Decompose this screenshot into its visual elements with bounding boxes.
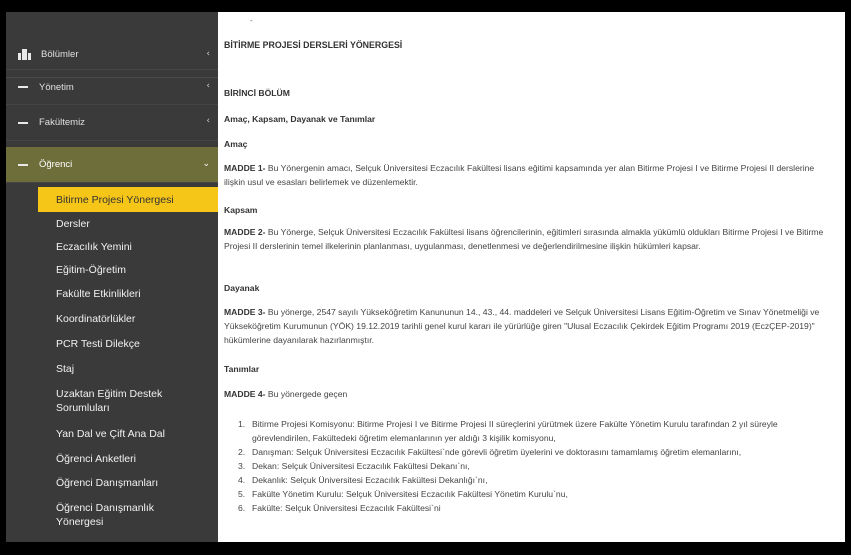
madde-text: Bu yönergede geçen: [265, 389, 348, 399]
sidebar-item-yonetim[interactable]: Yönetim ‹: [6, 70, 218, 105]
madde-label: MADDE 1-: [224, 163, 266, 173]
sidebar-sub-fakulte-etkinlikleri[interactable]: Fakülte Etkinlikleri: [6, 282, 218, 306]
sidebar-sub-danismanlik-yonergesi[interactable]: Öğrenci Danışmanlık Yönergesi: [6, 495, 176, 535]
chevron-left-icon: ‹: [206, 49, 210, 59]
browser-viewport: Bölümler ‹ Yönetim ‹ Fakültemiz ‹ Öğrenc…: [6, 12, 845, 542]
sidebar-sub-ogrenci-anketleri[interactable]: Öğrenci Anketleri: [6, 447, 218, 471]
sidebar-group-ogrenci[interactable]: Öğrenci ⌄: [6, 147, 218, 183]
sidebar-sub-pcr-testi[interactable]: PCR Testi Dilekçe: [6, 331, 218, 356]
list-number: 1.: [238, 419, 246, 429]
list-text: Fakülte: Selçuk Üniversitesi Eczacılık F…: [252, 503, 441, 513]
sidebar-item-label: Yönetim: [39, 81, 74, 93]
sidebar-sub-yan-dal[interactable]: Yan Dal ve Çift Ana Dal: [6, 421, 218, 447]
dash-icon: [18, 81, 30, 93]
sidebar-item-label: Bölümler: [41, 49, 79, 60]
section-heading-tanimlar: Tanımlar: [224, 364, 260, 374]
madde-2: MADDE 2- Bu Yönerge, Selçuk Üniversitesi…: [224, 225, 830, 253]
sidebar-sub-bitirme-projesi[interactable]: Bitirme Projesi Yönergesi: [38, 187, 218, 212]
madde-text: Bu yönerge, 2547 sayılı Yükseköğretim Ka…: [224, 307, 820, 345]
list-text: Bitirme Projesi Komisyonu: Bitirme Proje…: [252, 419, 778, 443]
sidebar-submenu: Bitirme Projesi Yönergesi Dersler Eczacı…: [6, 183, 218, 535]
madde-label: MADDE 2-: [224, 227, 266, 237]
dash-icon: [18, 117, 30, 129]
chevron-left-icon: ‹: [206, 81, 210, 91]
list-item: 3. Dekan: Selçuk Üniversitesi Eczacılık F…: [238, 459, 830, 473]
list-text: Danışman: Selçuk Üniversitesi Eczacılık …: [252, 447, 742, 457]
section-heading-dayanak: Dayanak: [224, 283, 260, 293]
sidebar-sub-eczacilik-yemini[interactable]: Eczacılık Yemini: [6, 236, 218, 258]
section-heading-amac: Amaç: [224, 139, 248, 149]
chapter-subtitle: Amaç, Kapsam, Dayanak ve Tanımlar: [224, 114, 376, 124]
sidebar-sub-staj[interactable]: Staj: [6, 356, 218, 381]
sidebar-sub-ogrenci-danismanlari[interactable]: Öğrenci Danışmanları: [6, 471, 218, 495]
page-title: BİTİRME PROJESİ DERSLERİ YÖNERGESİ: [224, 40, 403, 50]
chevron-down-icon: ⌄: [202, 159, 210, 169]
chevron-left-icon: ‹: [206, 116, 210, 126]
sidebar-sub-dersler[interactable]: Dersler: [6, 212, 218, 236]
list-number: 4.: [238, 475, 246, 485]
document-content: - BİTİRME PROJESİ DERSLERİ YÖNERGESİ BİR…: [224, 12, 840, 542]
sidebar-sub-koordinatorlukler[interactable]: Koordinatörlükler: [6, 306, 218, 331]
list-item: 6. Fakülte: Selçuk Üniversitesi Eczacılık…: [238, 501, 830, 515]
sidebar-sub-egitim-ogretim[interactable]: Eğitim-Öğretim: [6, 258, 218, 282]
sidebar-group-label: Öğrenci: [39, 159, 73, 170]
chapter-heading: BİRİNCİ BÖLÜM: [224, 88, 290, 98]
sidebar-item-fakultemiz[interactable]: Fakültemiz ‹: [6, 105, 218, 141]
sidebar-item-bolumler[interactable]: Bölümler ‹: [6, 40, 218, 70]
building-icon: [18, 48, 32, 61]
definitions-list: 1. Bitirme Projesi Komisyonu: Bitirme Pro…: [224, 417, 830, 515]
madde-text: Bu Yönerge, Selçuk Üniversitesi Eczacılı…: [224, 227, 824, 251]
list-number: 6.: [238, 503, 246, 513]
madde-4: MADDE 4- Bu yönergede geçen: [224, 387, 830, 401]
top-fragment-mark: -: [250, 16, 253, 25]
list-item: 2. Danışman: Selçuk Üniversitesi Eczacılı…: [238, 445, 830, 459]
list-text: Dekanlık: Selçuk Üniversitesi Eczacılık …: [252, 475, 488, 485]
list-item: 5. Fakülte Yönetim Kurulu: Selçuk Ünivers…: [238, 487, 830, 501]
list-text: Fakülte Yönetim Kurulu: Selçuk Üniversit…: [252, 489, 568, 499]
sidebar-sub-uzaktan-egitim[interactable]: Uzaktan Eğitim Destek Sorumluları: [6, 381, 196, 421]
section-heading-kapsam: Kapsam: [224, 205, 258, 215]
dash-icon: [18, 159, 30, 171]
madde-text: Bu Yönergenin amacı, Selçuk Üniversitesi…: [224, 163, 815, 187]
list-item: 4. Dekanlık: Selçuk Üniversitesi Eczacılı…: [238, 473, 830, 487]
list-number: 5.: [238, 489, 246, 499]
madde-1: MADDE 1- Bu Yönergenin amacı, Selçuk Üni…: [224, 161, 830, 189]
list-number: 2.: [238, 447, 246, 457]
sidebar: Bölümler ‹ Yönetim ‹ Fakültemiz ‹ Öğrenc…: [6, 12, 218, 542]
madde-label: MADDE 3-: [224, 307, 266, 317]
list-number: 3.: [238, 461, 246, 471]
sidebar-item-label: Fakültemiz: [39, 117, 85, 128]
list-text: Dekan: Selçuk Üniversitesi Eczacılık Fak…: [252, 461, 470, 471]
madde-label: MADDE 4-: [224, 389, 266, 399]
madde-3: MADDE 3- Bu yönerge, 2547 sayılı Yüksekö…: [224, 305, 830, 347]
list-item: 1. Bitirme Projesi Komisyonu: Bitirme Pro…: [238, 417, 830, 445]
